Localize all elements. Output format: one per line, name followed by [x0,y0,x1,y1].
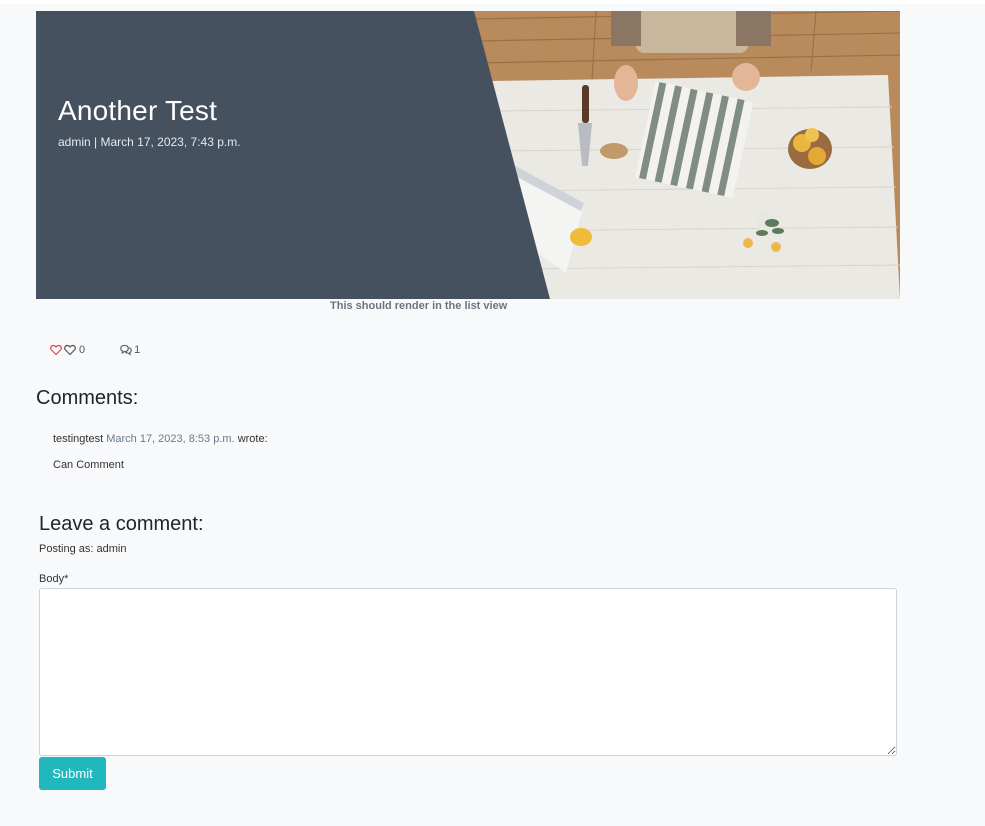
post-title: Another Test [58,95,218,126]
heart-icon [64,344,76,356]
post-stats: 0 1 [50,344,140,356]
comment-body: Can Comment [53,459,124,471]
comment-body-input[interactable] [39,588,897,756]
leave-comment-heading: Leave a comment: [39,513,204,535]
comment-author: testingtest [53,433,104,445]
like-button[interactable]: 0 [50,344,85,356]
comment-stat: 1 [119,344,140,356]
comments-icon [120,344,132,356]
comment-verb: wrote: [237,433,268,445]
comment-date: March 17, 2023, 8:53 p.m. [106,433,235,445]
body-label: Body* [39,573,69,585]
post-meta: admin | March 17, 2023, 7:43 p.m. [58,135,241,149]
comments-heading: Comments: [36,387,139,409]
post-excerpt: This should render in the list view [330,300,508,312]
heart-filled-icon [50,344,62,356]
posting-as: Posting as: admin [39,543,127,555]
comment-count: 1 [134,344,141,356]
comment-header: testingtest March 17, 2023, 8:53 p.m. wr… [53,433,268,445]
post-hero: Another Test admin | March 17, 2023, 7:4… [36,11,900,299]
like-count: 0 [79,344,86,356]
top-bar [0,0,985,4]
title-panel [36,11,550,299]
submit-button[interactable]: Submit [39,757,106,790]
